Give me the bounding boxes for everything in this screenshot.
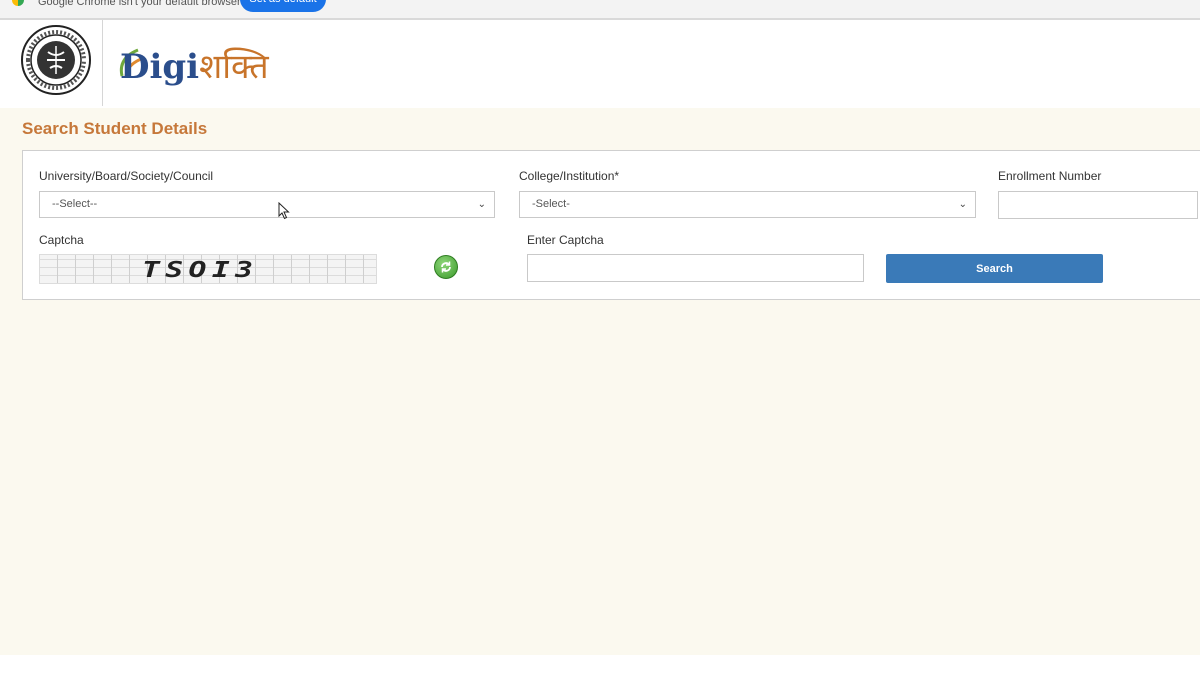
up-government-emblem [20, 24, 92, 96]
footer-strip [0, 655, 1200, 675]
chevron-down-icon: ⌄ [958, 199, 967, 210]
captcha-label: Captcha [39, 233, 84, 247]
site-header: Digiशक्ति [0, 20, 1200, 108]
college-selected-value: -Select- [532, 198, 570, 210]
captcha-code: TSOI3 [142, 258, 259, 283]
set-default-button[interactable]: Set as default [240, 0, 326, 12]
logo-text-digi: Digi [120, 47, 200, 87]
chevron-down-icon: ⌄ [477, 199, 486, 210]
refresh-icon [441, 261, 451, 273]
header-divider [102, 20, 103, 106]
mouse-cursor-icon [278, 201, 290, 225]
page-title: Search Student Details [22, 119, 208, 138]
refresh-captcha-button[interactable] [434, 255, 458, 279]
university-label: University/Board/Society/Council [39, 169, 214, 183]
enter-captcha-label: Enter Captcha [527, 233, 604, 247]
college-select[interactable]: -Select- ⌄ [519, 191, 976, 218]
university-selected-value: --Select-- [52, 198, 98, 210]
logo-text-shakti: शक्ति [199, 47, 269, 87]
main-content: Search Student Details University/Board/… [0, 108, 1200, 655]
chrome-icon [12, 0, 24, 6]
notification-text: Google Chrome isn't your default browser [38, 0, 241, 8]
search-button[interactable]: Search [886, 254, 1103, 283]
browser-notification-bar: Google Chrome isn't your default browser… [0, 0, 1200, 20]
enter-captcha-input[interactable] [527, 254, 864, 282]
captcha-image: TSOI3 [39, 254, 377, 284]
enrollment-number-input[interactable] [998, 191, 1198, 219]
university-select[interactable]: --Select-- ⌄ [39, 191, 495, 218]
search-panel: University/Board/Society/Council College… [22, 150, 1200, 300]
enrollment-label: Enrollment Number [998, 169, 1102, 183]
college-label: College/Institution* [519, 169, 620, 183]
digishakti-logo[interactable]: Digiशक्ति [112, 34, 269, 94]
